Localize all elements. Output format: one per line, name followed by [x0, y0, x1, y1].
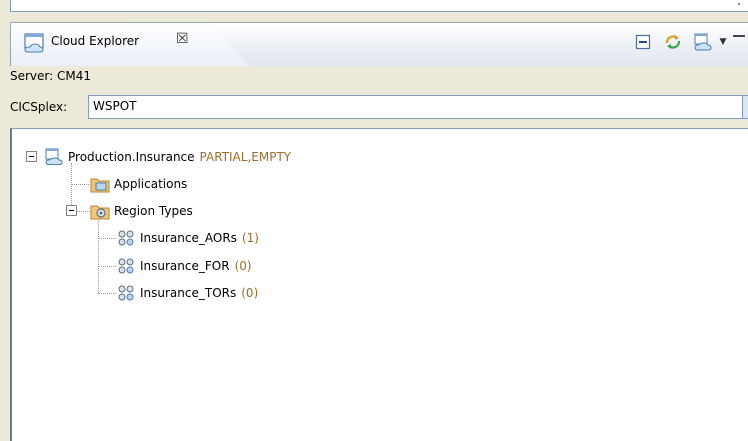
scroll-indicator — [738, 3, 740, 5]
close-icon[interactable]: ☒ — [176, 32, 189, 46]
tree-connector — [98, 217, 99, 293]
refresh-icon — [665, 35, 681, 49]
minimize-button[interactable] — [730, 29, 748, 55]
view-tab-bar: Cloud Explorer ☒ ▼ — [10, 22, 748, 67]
region-type-icon — [116, 257, 136, 275]
region-type-count: (1) — [241, 231, 259, 245]
region-type-label: Insurance_FOR — [140, 259, 230, 273]
view-toolbar: ▼ — [626, 29, 748, 55]
tree-node-region-type[interactable]: Insurance_FOR (0) — [116, 255, 252, 277]
region-type-label: Insurance_AORs — [140, 231, 237, 245]
cicsplex-select[interactable]: WSPOT — [88, 95, 748, 119]
region-types-folder-icon — [90, 202, 110, 220]
cloud-tree: Production.Insurance PARTIAL,EMPTY Appli… — [10, 128, 748, 441]
applications-folder-icon — [90, 175, 110, 193]
tree-node-region-type[interactable]: Insurance_TORs (0) — [116, 282, 258, 304]
tree-node-applications[interactable]: Applications — [90, 173, 187, 195]
tree-node-region-type[interactable]: Insurance_AORs (1) — [116, 227, 259, 249]
tree-connector — [98, 293, 116, 294]
tab-cloud-explorer[interactable]: Cloud Explorer ☒ — [11, 23, 251, 67]
region-type-icon — [116, 284, 136, 302]
tree-connector — [76, 211, 90, 212]
tree-connector — [98, 238, 116, 239]
cicsplex-row: CICSplex: WSPOT — [10, 92, 748, 122]
region-type-count: (0) — [241, 286, 259, 300]
tree-connector — [98, 266, 116, 267]
tab-title: Cloud Explorer — [51, 34, 140, 48]
cloud-icon — [44, 148, 64, 166]
cloud-explorer-icon — [23, 31, 47, 53]
server-label: Server: CM41 — [10, 66, 748, 88]
collapse-region-types-toggle[interactable] — [66, 205, 77, 216]
collapse-all-button[interactable] — [630, 29, 656, 55]
region-type-label: Insurance_TORs — [140, 286, 237, 300]
collapse-all-icon — [635, 34, 651, 50]
view-menu-dropdown[interactable]: ▼ — [716, 29, 730, 55]
cloud-select-button[interactable] — [690, 29, 716, 55]
region-types-label: Region Types — [114, 204, 193, 218]
cloud-explorer-window: Cloud Explorer ☒ ▼ Server: CM41 CICSplex… — [0, 0, 748, 441]
cloud-select-icon — [694, 33, 712, 51]
tree-node-root[interactable]: Production.Insurance PARTIAL,EMPTY — [44, 146, 291, 168]
root-status: PARTIAL,EMPTY — [199, 150, 292, 164]
root-label: Production.Insurance — [68, 150, 195, 164]
cicsplex-dropdown-arrow[interactable] — [742, 96, 748, 118]
cicsplex-label: CICSplex: — [10, 100, 68, 114]
tree-connector — [71, 184, 89, 185]
region-type-count: (0) — [234, 259, 252, 273]
collapse-root-toggle[interactable] — [26, 151, 37, 162]
tree-node-region-types[interactable]: Region Types — [90, 200, 193, 222]
region-type-icon — [116, 229, 136, 247]
refresh-button[interactable] — [660, 29, 686, 55]
previous-view-edge — [10, 0, 748, 12]
applications-label: Applications — [114, 177, 188, 191]
